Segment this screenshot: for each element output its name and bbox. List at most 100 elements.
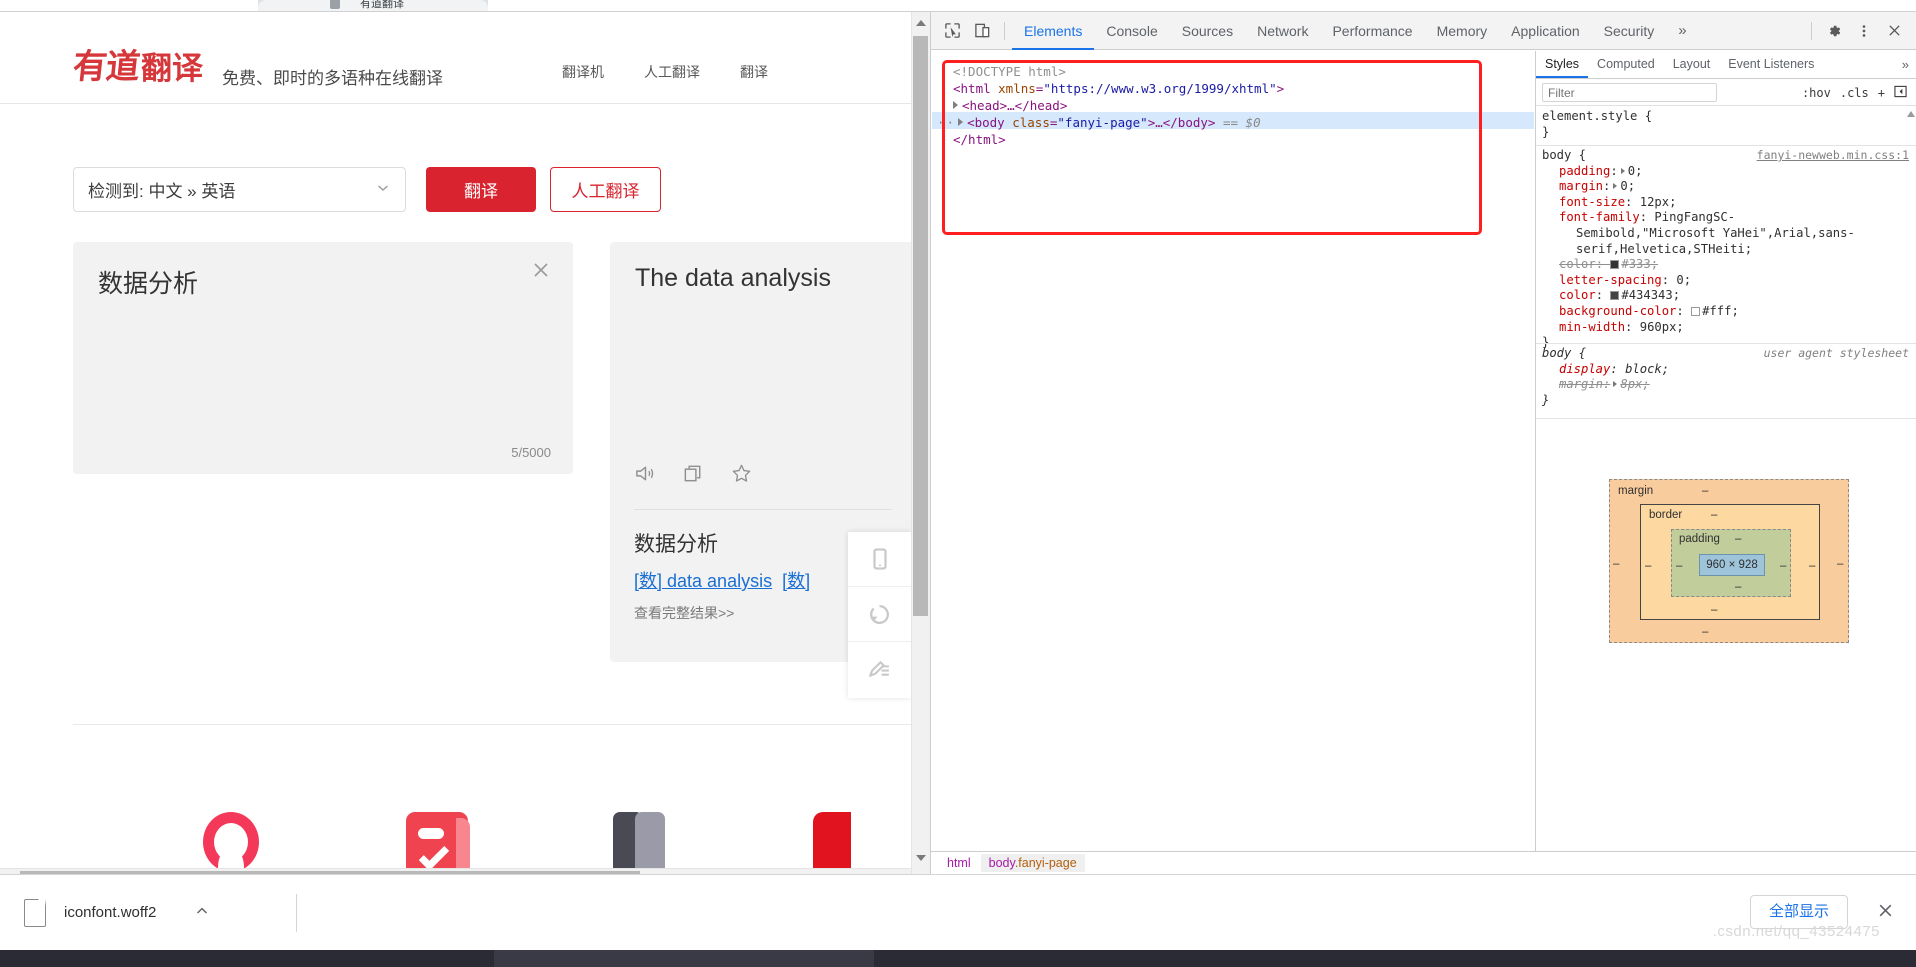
- margin-top-value[interactable]: ‒: [1702, 485, 1708, 497]
- margin-left-value[interactable]: ‒: [1613, 558, 1619, 570]
- vscroll-up-arrow[interactable]: [916, 20, 926, 26]
- dict-pos-2[interactable]: [数]: [782, 571, 810, 591]
- decl-font-family[interactable]: font-family: PingFangSC-: [1542, 210, 1916, 226]
- border-right-value[interactable]: ‒: [1809, 560, 1815, 572]
- tab-performance[interactable]: Performance: [1320, 12, 1424, 50]
- promo-homework-icon[interactable]: [406, 812, 470, 874]
- source-text-pane[interactable]: 数据分析 5/5000: [73, 242, 573, 474]
- nav-item-translator[interactable]: 翻译机: [562, 62, 604, 82]
- border-bottom-value[interactable]: ‒: [1711, 604, 1717, 616]
- expand-triangle-padding-icon[interactable]: [1620, 167, 1625, 174]
- view-full-result-link[interactable]: 查看完整结果>>: [634, 603, 734, 623]
- dom-line-html[interactable]: <html xmlns="https://www.w3.org/1999/xht…: [953, 80, 1284, 97]
- new-style-rule-button[interactable]: +: [1878, 86, 1885, 100]
- tab-application[interactable]: Application: [1499, 12, 1592, 50]
- decl-display[interactable]: display: block;: [1542, 362, 1916, 378]
- padding-top-value[interactable]: ‒: [1735, 533, 1741, 545]
- dom-tree[interactable]: <!DOCTYPE html> <html xmlns="https://www…: [931, 51, 1535, 851]
- close-shelf-icon[interactable]: [1877, 902, 1894, 925]
- border-top-value[interactable]: ‒: [1711, 509, 1717, 521]
- decl-font-size[interactable]: font-size: 12px;: [1542, 195, 1916, 211]
- feedback-icon[interactable]: [848, 642, 911, 697]
- expand-triangle-margin-ua-icon[interactable]: [1613, 381, 1618, 388]
- color-swatch-333[interactable]: [1610, 260, 1620, 270]
- tab-security[interactable]: Security: [1592, 12, 1667, 50]
- inspect-cursor-icon[interactable]: [937, 16, 967, 46]
- promo-fourth-icon[interactable]: [813, 812, 851, 874]
- human-translate-button[interactable]: 人工翻译: [550, 167, 661, 212]
- decl-background-color[interactable]: background-color: #fff;: [1542, 304, 1916, 320]
- refresh-icon[interactable]: [848, 587, 911, 642]
- tab-memory[interactable]: Memory: [1425, 12, 1500, 50]
- color-swatch-fff[interactable]: [1691, 306, 1701, 316]
- box-model-padding[interactable]: padding ‒ ‒ ‒ ‒ 960 × 928: [1671, 529, 1791, 597]
- cls-toggle[interactable]: .cls: [1840, 86, 1869, 100]
- tab-layout[interactable]: Layout: [1664, 51, 1720, 78]
- download-item[interactable]: iconfont.woff2: [14, 889, 294, 936]
- language-pair-select[interactable]: 检测到: 中文 » 英语: [73, 167, 406, 212]
- box-model-margin[interactable]: margin ‒ ‒ ‒ ‒ border ‒ ‒ ‒ ‒ padding ‒: [1609, 479, 1849, 643]
- close-icon[interactable]: [1879, 16, 1909, 46]
- decl-min-width[interactable]: min-width: 960px;: [1542, 320, 1916, 336]
- chevron-up-icon[interactable]: [194, 903, 210, 923]
- taskbar-segment-1: [0, 950, 494, 967]
- promo-dictionary-icon[interactable]: [203, 812, 259, 874]
- expand-arrow-head-icon[interactable]: [953, 101, 958, 109]
- tab-network[interactable]: Network: [1245, 12, 1320, 50]
- rule-body-user-agent[interactable]: body { user agent stylesheet display: bl…: [1536, 344, 1916, 410]
- box-model-content-size[interactable]: 960 × 928: [1699, 554, 1765, 576]
- vscroll-down-arrow[interactable]: [916, 855, 926, 861]
- page-vscroll-thumb[interactable]: [913, 36, 928, 616]
- dom-line-head[interactable]: <head>…</head>: [953, 97, 1067, 114]
- expand-arrow-body-icon[interactable]: [958, 118, 964, 126]
- copy-icon[interactable]: [682, 462, 705, 485]
- styles-tabs-overflow-icon[interactable]: »: [1894, 57, 1916, 72]
- dict-pos-1[interactable]: [数]: [634, 571, 662, 591]
- device-toolbar-icon[interactable]: [967, 16, 997, 46]
- kebab-menu-icon[interactable]: [1849, 16, 1879, 46]
- tab-elements[interactable]: Elements: [1012, 12, 1094, 50]
- styles-filter-input[interactable]: [1542, 83, 1717, 102]
- decl-color-overridden[interactable]: color: #333;: [1542, 257, 1916, 273]
- padding-bottom-value[interactable]: ‒: [1735, 581, 1741, 593]
- tabs-overflow-icon[interactable]: »: [1666, 22, 1698, 39]
- dict-term[interactable]: data analysis: [662, 571, 772, 591]
- padding-left-value[interactable]: ‒: [1676, 560, 1682, 572]
- box-model-border[interactable]: border ‒ ‒ ‒ ‒ padding ‒ ‒ ‒ ‒ 960 × 928: [1640, 504, 1820, 620]
- tab-event-listeners[interactable]: Event Listeners: [1719, 51, 1823, 78]
- promo-row: [73, 812, 923, 874]
- decl-padding[interactable]: padding: 0;: [1542, 164, 1916, 180]
- decl-margin-ua[interactable]: margin: 8px;: [1542, 377, 1916, 393]
- sidebar-toggle-icon[interactable]: [1894, 85, 1907, 101]
- decl-color[interactable]: color: #434343;: [1542, 288, 1916, 304]
- youdao-logo[interactable]: 有道 翻译: [71, 47, 203, 87]
- breadcrumb-body[interactable]: body.fanyi-page: [980, 854, 1085, 872]
- tab-computed[interactable]: Computed: [1588, 51, 1664, 78]
- rule-element-style[interactable]: element.style { }: [1536, 107, 1916, 142]
- color-swatch-434343[interactable]: [1610, 291, 1620, 301]
- border-left-value[interactable]: ‒: [1645, 560, 1651, 572]
- margin-bottom-value[interactable]: ‒: [1702, 626, 1708, 638]
- speaker-icon[interactable]: [634, 462, 657, 485]
- promo-device-light-icon[interactable]: [635, 812, 665, 874]
- rule-source-link[interactable]: fanyi-newweb.min.css:1: [1757, 148, 1909, 162]
- clear-source-icon[interactable]: [531, 260, 551, 284]
- decl-margin[interactable]: margin: 0;: [1542, 179, 1916, 195]
- tab-styles[interactable]: Styles: [1536, 51, 1588, 78]
- tab-sources[interactable]: Sources: [1170, 12, 1245, 50]
- tab-console[interactable]: Console: [1094, 12, 1169, 50]
- padding-right-value[interactable]: ‒: [1780, 560, 1786, 572]
- hov-toggle[interactable]: :hov: [1802, 86, 1831, 100]
- mobile-phone-icon[interactable]: [848, 532, 911, 587]
- expand-triangle-margin-icon[interactable]: [1613, 183, 1618, 190]
- rule-body-stylesheet[interactable]: body { fanyi-newweb.min.css:1 padding: 0;…: [1536, 146, 1916, 353]
- decl-letter-spacing[interactable]: letter-spacing: 0;: [1542, 273, 1916, 289]
- nav-item-human-translation[interactable]: 人工翻译: [644, 62, 700, 82]
- dom-line-body[interactable]: ·· <body class="fanyi-page">…</body> == $…: [937, 114, 1261, 131]
- translate-button[interactable]: 翻译: [426, 167, 536, 212]
- nav-item-translate[interactable]: 翻译: [740, 62, 768, 82]
- margin-right-value[interactable]: ‒: [1837, 558, 1843, 570]
- star-icon[interactable]: [730, 462, 753, 485]
- breadcrumb-html[interactable]: html: [939, 854, 979, 872]
- gear-icon[interactable]: [1819, 16, 1849, 46]
